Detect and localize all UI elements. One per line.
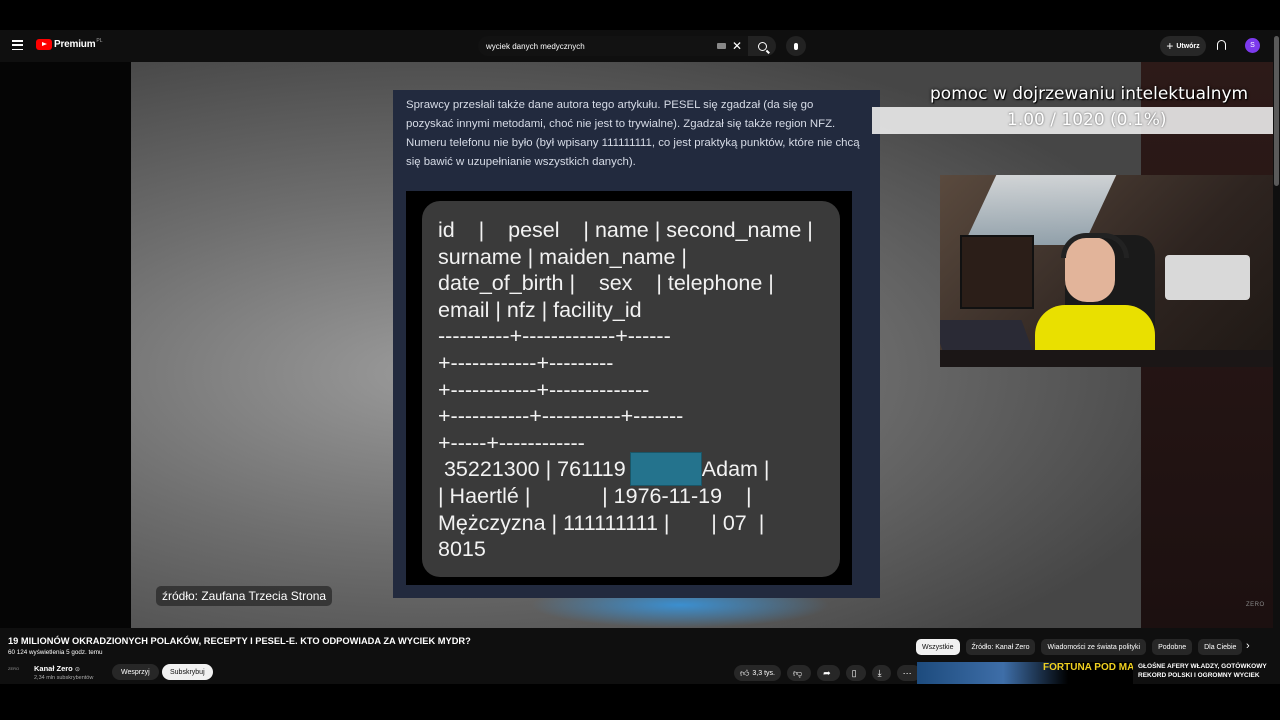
chip-similar[interactable]: Podobne (1152, 639, 1193, 655)
search-icon (757, 41, 767, 51)
video-player[interactable]: Sprawcy przesłali także dane autora tego… (0, 62, 1280, 628)
save-button[interactable]: ▯ (845, 665, 866, 681)
create-button[interactable]: + Utwórz (1160, 36, 1206, 56)
like-count: 3,3 tys. (752, 669, 775, 677)
brand-text: Premium (54, 39, 96, 50)
create-label: Utwórz (1176, 42, 1200, 50)
download-button[interactable]: ⤓ (871, 665, 891, 681)
article-card: Sprawcy przesłali także dane autora tego… (393, 90, 880, 598)
subscriber-count: 2,34 mln subskrybentów (34, 675, 94, 681)
db-line: 35221300 | 761119 | Adam | (438, 457, 770, 482)
thumbs-up-icon: 👍︎ (740, 667, 750, 678)
chevron-right-icon[interactable]: › (1246, 640, 1250, 652)
db-line: +-----------+-----------+------- (438, 404, 684, 429)
chip-for-you[interactable]: Dla Ciebie (1198, 639, 1243, 655)
video-meta: 60 124 wyświetlenia 5 godz. temu (8, 649, 103, 656)
verified-icon: ⊙ (74, 667, 80, 673)
like-button[interactable]: 👍︎ 3,3 tys. (734, 665, 781, 681)
chip-source[interactable]: Źródło: Kanał Zero (965, 639, 1036, 655)
db-line: email | nfz | facility_id (438, 297, 642, 322)
channel-avatar[interactable]: ZERO (8, 666, 28, 676)
keyboard-icon[interactable] (716, 43, 726, 49)
db-line: ----------+-------------+------ (438, 324, 671, 349)
database-screenshot: id | pesel | name | second_name | surnam… (406, 191, 852, 585)
scrollbar-thumb[interactable] (1274, 36, 1279, 186)
video-title: 19 MILIONÓW OKRADZIONYCH POLAKÓW, RECEPT… (8, 636, 471, 646)
video-actions: 👍︎ 3,3 tys. 👎︎ ➦ ▯ ⤓ ⋯ (734, 665, 927, 681)
db-line: surname | maiden_name | (438, 244, 687, 269)
brand-region: PL (96, 37, 103, 44)
recommended-video-thumbnail[interactable]: FORTUNA POD MATERACEM?! (917, 662, 1133, 684)
channel-name[interactable]: Kanał Zero ⊙ (34, 664, 80, 673)
chip-all[interactable]: Wszystkie (916, 639, 960, 655)
thumbs-down-icon: 👎︎ (792, 667, 803, 678)
webcam-desk (940, 350, 1280, 367)
db-line: +------------+--------- (438, 351, 614, 375)
search-button[interactable] (748, 36, 776, 56)
webcam-shelf (960, 235, 1034, 309)
menu-icon[interactable] (12, 40, 23, 51)
youtube-play-icon (36, 39, 52, 50)
db-line: id | pesel | name | second_name | (438, 218, 813, 242)
search-box[interactable]: wyciek danych medycznych ✕ (478, 36, 748, 56)
db-line: date_of_birth | sex | telephone | (438, 271, 774, 296)
share-icon: ➦ (823, 667, 831, 678)
subscribe-button[interactable]: Subskrybuj (162, 664, 213, 680)
database-record: id | pesel | name | second_name | surnam… (422, 201, 840, 577)
voice-search-button[interactable] (786, 36, 806, 56)
search-input[interactable]: wyciek danych medycznych (486, 42, 717, 51)
db-line: 8015 (438, 537, 486, 562)
plus-icon: + (1166, 39, 1174, 53)
db-line: | Haertlé | | 1976-11-19 | (438, 484, 752, 508)
overlay-counter: 1.00 / 1020 (0.1%) (1007, 110, 1167, 130)
support-button[interactable]: Wesprzyj (112, 664, 159, 680)
chip-world-politics[interactable]: Wiadomości ze świata polityki (1041, 639, 1147, 655)
recommendation-filters: Wszystkie Źródło: Kanał Zero Wiadomości … (916, 639, 1248, 655)
more-horizontal-icon: ⋯ (902, 667, 912, 678)
db-line: +-----+------------ (438, 430, 585, 455)
dislike-button[interactable]: 👎︎ (786, 665, 812, 681)
top-bar: Premium PL wyciek danych medycznych ✕ + U… (0, 30, 1280, 62)
share-button[interactable]: ➦ (817, 665, 840, 681)
account-avatar[interactable]: S (1245, 38, 1260, 53)
bookmark-icon: ▯ (851, 667, 857, 678)
webcam-person-head (1061, 233, 1129, 302)
db-line: Mężczyzna | 111111111 | | 07 | (438, 510, 765, 535)
video-info: 19 MILIONÓW OKRADZIONYCH POLAKÓW, RECEPT… (0, 628, 1280, 684)
overlay-title: pomoc w dojrzewaniu intelektualnym (930, 84, 1249, 104)
redaction-box (630, 452, 702, 486)
channel-watermark: ZERO (1246, 602, 1265, 608)
article-text: Sprawcy przesłali także dane autora tego… (406, 99, 860, 168)
webcam-air-conditioner (1165, 255, 1250, 300)
notifications-bell-icon[interactable] (1217, 40, 1226, 50)
clear-search-icon[interactable]: ✕ (732, 40, 742, 52)
download-icon: ⤓ (877, 667, 882, 678)
recommended-video-title[interactable]: GŁOŚNE AFERY WŁADZY, GOTÓWKOWY REKORD PO… (1138, 662, 1273, 680)
channel-name-text[interactable]: Kanał Zero (34, 664, 73, 673)
youtube-logo[interactable]: Premium PL (36, 37, 103, 50)
microphone-icon (794, 42, 798, 50)
thumbnail-text: FORTUNA POD MATERACEM?! (1043, 662, 1133, 673)
player-letterbox-left (0, 62, 131, 628)
webcam-feed (940, 175, 1280, 367)
source-label: źródło: Zaufana Trzecia Strona (156, 586, 333, 606)
db-line: +------------+-------------- (438, 377, 650, 402)
